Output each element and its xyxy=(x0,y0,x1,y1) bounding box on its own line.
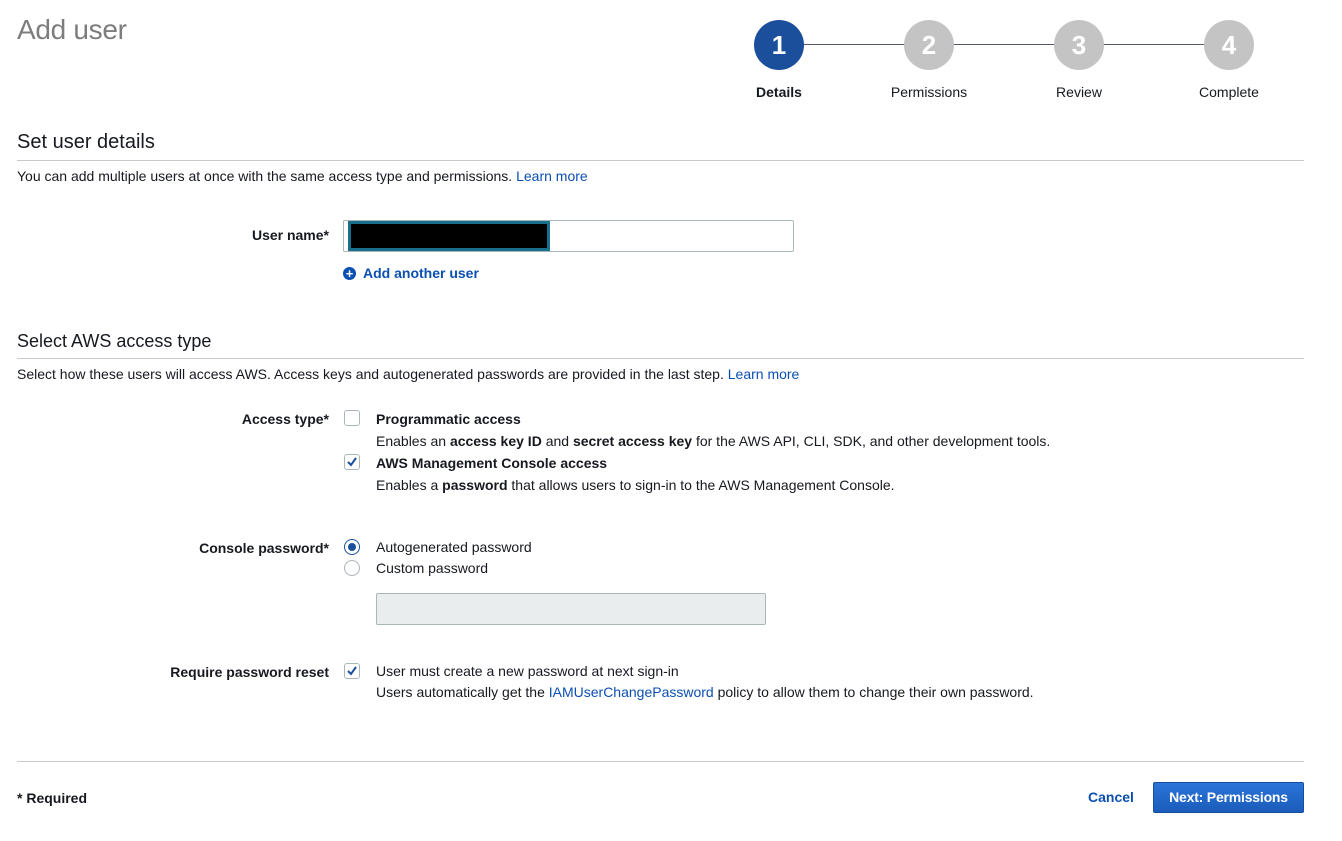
step-complete[interactable]: 4 Complete xyxy=(1179,20,1279,100)
add-another-user-label: Add another user xyxy=(363,265,479,281)
wizard-stepper: 1 Details 2 Permissions 3 Review 4 Compl… xyxy=(0,0,1342,110)
check-icon xyxy=(347,666,357,676)
section-divider xyxy=(17,160,1304,161)
description-text: You can add multiple users at once with … xyxy=(17,168,513,184)
custom-password-label: Custom password xyxy=(376,560,489,576)
plus-circle-icon: + xyxy=(343,266,356,280)
desc-text: Enables a xyxy=(376,477,443,493)
redacted-value xyxy=(348,221,550,251)
custom-password-input xyxy=(376,593,766,625)
console-access-description: Enables a password that allows users to … xyxy=(376,477,895,493)
user-name-label: User name* xyxy=(251,227,329,243)
step-label: Review xyxy=(1056,84,1102,100)
access-type-label: Access type* xyxy=(241,411,329,427)
programmatic-access-title: Programmatic access xyxy=(376,411,521,427)
desc-bold: secret access key xyxy=(572,433,693,449)
step-number: 2 xyxy=(904,20,954,70)
step-number: 4 xyxy=(1204,20,1254,70)
password-reset-description: Users automatically get the IAMUserChang… xyxy=(376,684,1034,700)
check-icon xyxy=(347,457,357,467)
console-password-label: Console password* xyxy=(199,540,329,556)
footer-divider xyxy=(17,761,1304,762)
iam-policy-link[interactable]: IAMUserChangePassword xyxy=(549,684,714,700)
desc-text: Users automatically get the xyxy=(376,684,549,700)
step-label: Complete xyxy=(1199,84,1259,100)
desc-text: policy to allow them to change their own… xyxy=(713,684,1034,700)
desc-bold: password xyxy=(442,477,508,493)
section-title-user-details: Set user details xyxy=(17,131,155,153)
programmatic-access-description: Enables an access key ID and secret acce… xyxy=(376,433,1050,449)
step-number: 1 xyxy=(754,20,804,70)
next-permissions-button[interactable]: Next: Permissions xyxy=(1153,782,1304,813)
desc-bold: access key ID xyxy=(449,433,542,449)
console-access-checkbox[interactable] xyxy=(344,454,360,470)
desc-text: and xyxy=(541,433,573,449)
console-access-title: AWS Management Console access xyxy=(376,455,608,471)
add-another-user-link[interactable]: + Add another user xyxy=(343,265,479,281)
step-details[interactable]: 1 Details xyxy=(729,20,829,100)
description-text: Select how these users will access AWS. … xyxy=(17,366,724,382)
password-reset-checkbox[interactable] xyxy=(344,663,360,679)
required-note: * Required xyxy=(17,790,88,806)
password-reset-label: Require password reset xyxy=(170,664,329,680)
cancel-button[interactable]: Cancel xyxy=(1088,789,1134,805)
step-label: Details xyxy=(756,84,802,100)
desc-text: that allows users to sign-in to the AWS … xyxy=(507,477,895,493)
programmatic-access-checkbox[interactable] xyxy=(344,410,360,426)
section-title-access-type: Select AWS access type xyxy=(17,331,212,351)
custom-password-radio[interactable] xyxy=(344,560,360,576)
desc-text: for the AWS API, CLI, SDK, and other dev… xyxy=(692,433,1051,449)
step-review[interactable]: 3 Review xyxy=(1029,20,1129,100)
user-name-input[interactable] xyxy=(343,220,794,252)
autogenerated-password-label: Autogenerated password xyxy=(376,539,532,555)
section-description: You can add multiple users at once with … xyxy=(17,168,588,184)
stepper-connector xyxy=(779,44,1229,45)
password-reset-text: User must create a new password at next … xyxy=(376,663,679,679)
learn-more-link[interactable]: Learn more xyxy=(516,168,588,184)
step-permissions[interactable]: 2 Permissions xyxy=(879,20,979,100)
step-number: 3 xyxy=(1054,20,1104,70)
section-description: Select how these users will access AWS. … xyxy=(17,366,799,382)
desc-text: Enables an xyxy=(376,433,450,449)
autogenerated-password-radio[interactable] xyxy=(344,539,360,555)
section-divider xyxy=(17,358,1304,359)
step-label: Permissions xyxy=(890,84,968,100)
learn-more-link[interactable]: Learn more xyxy=(728,366,800,382)
